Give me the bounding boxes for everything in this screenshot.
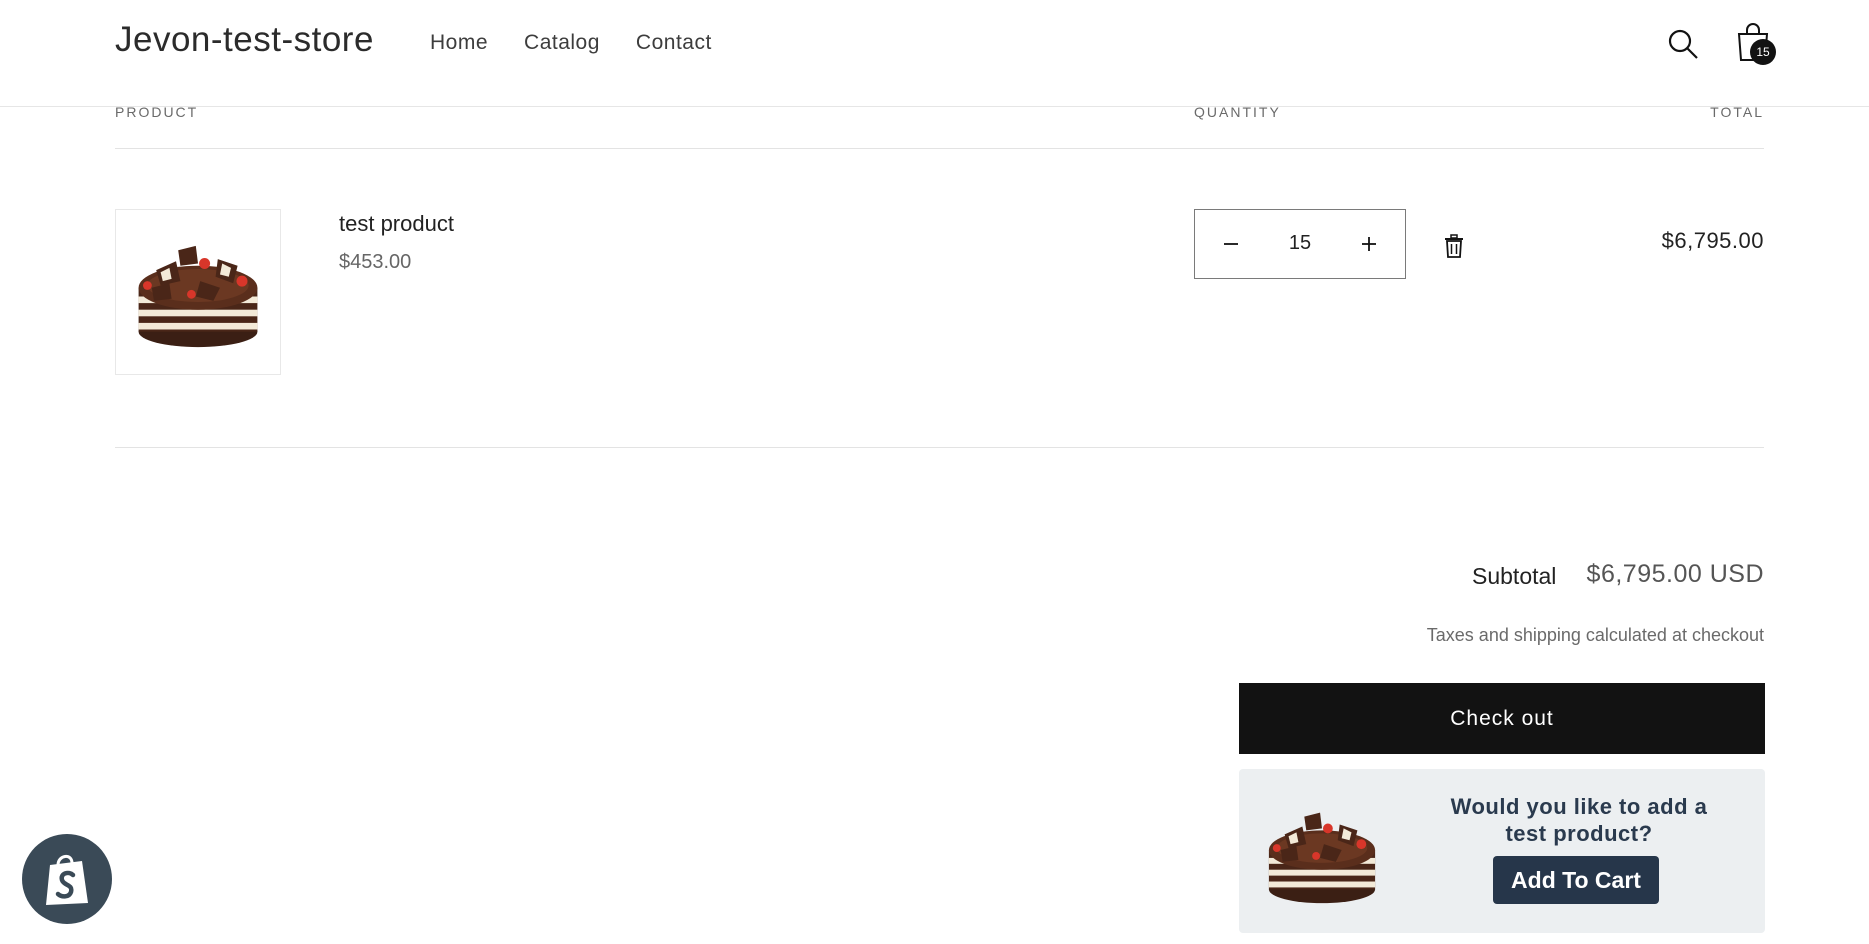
- shopify-bag-icon: [46, 855, 88, 905]
- store-logo[interactable]: Jevon-test-store: [115, 20, 374, 60]
- quantity-input[interactable]: 15: [1255, 210, 1345, 277]
- quantity-increase-button[interactable]: [1341, 210, 1397, 277]
- quantity-stepper: 15: [1194, 209, 1406, 279]
- nav-contact[interactable]: Contact: [636, 31, 712, 55]
- line-item-total: $6,795.00: [1661, 228, 1764, 253]
- minus-icon: [1224, 242, 1238, 245]
- add-to-cart-button[interactable]: Add To Cart: [1493, 856, 1659, 904]
- product-image[interactable]: [115, 209, 281, 375]
- subtotal-value: $6,795.00 USD: [1586, 560, 1764, 588]
- product-unit-price: $453.00: [339, 251, 412, 273]
- main-nav: Home Catalog Contact: [430, 31, 712, 55]
- tax-shipping-note: Taxes and shipping calculated at checkou…: [1426, 625, 1764, 645]
- quantity-decrease-button[interactable]: [1203, 210, 1259, 277]
- cart-count-badge: 15: [1750, 39, 1776, 65]
- product-name-link[interactable]: test product: [339, 211, 454, 237]
- nav-catalog[interactable]: Catalog: [524, 31, 600, 55]
- plus-icon: [1362, 236, 1376, 251]
- shopify-badge[interactable]: [22, 834, 112, 924]
- search-icon[interactable]: [1667, 28, 1699, 60]
- divider: [115, 447, 1764, 448]
- checkout-button[interactable]: Check out: [1239, 683, 1765, 754]
- divider: [115, 148, 1764, 149]
- trash-icon[interactable]: [1444, 234, 1464, 258]
- upsell-question: Would you like to add a test product?: [1450, 794, 1708, 846]
- nav-home[interactable]: Home: [430, 31, 488, 55]
- subtotal-label: Subtotal: [1472, 563, 1557, 589]
- upsell-product-image: [1263, 797, 1381, 909]
- site-header: Jevon-test-store Home Catalog Contact 15: [0, 0, 1869, 107]
- upsell-card: Would you like to add a test product? Ad…: [1239, 769, 1765, 933]
